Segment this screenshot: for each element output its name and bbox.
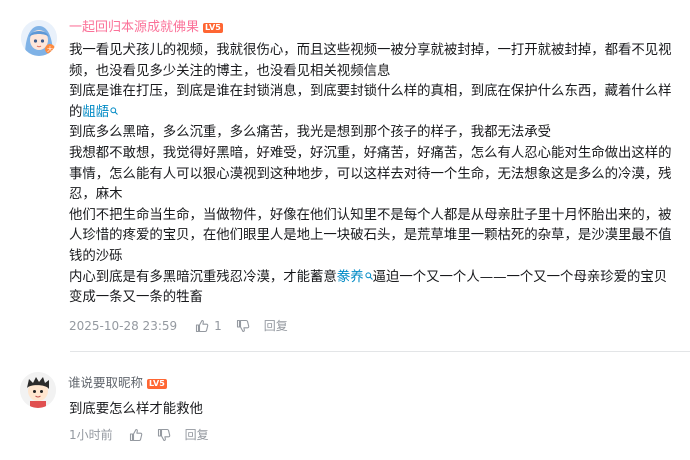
comment-paragraph: 到底多么黑暗，多么沉重，多么痛苦，我光是想到那个孩子的样子，我都无法承受 (69, 125, 552, 141)
comment-item: 大 一起回归本源成就佛果 LV5 我一看见犬孩儿的视频，我就很伤心，而且这些视频一… (0, 0, 690, 340)
comment-paragraph: 他们不把生命当生命，当做物件，好像在他们认知里不是每个人都是从母亲肚子里十月怀胎… (69, 207, 672, 264)
like-button[interactable] (129, 428, 143, 442)
level-badge: LV5 (203, 22, 223, 33)
search-keyword-link[interactable]: 豢养 (337, 270, 364, 285)
avatar[interactable]: 大 (21, 20, 57, 56)
comment-content: 到底要怎么样才能救他 (69, 400, 672, 421)
timestamp: 1小时前 (69, 428, 113, 442)
svg-text:大: 大 (47, 46, 53, 54)
search-icon (364, 268, 373, 289)
thumbs-up-icon (196, 319, 209, 333)
comment-paragraph: 内心到底是有多黑暗沉重残忍冷漠，才能蓄意豢养 逼迫一个又一个人——一个又一个母亲珍… (69, 268, 672, 309)
comment-meta: 1小时前 回复 (69, 427, 209, 443)
search-keyword-link[interactable]: 龃龉 (82, 105, 109, 120)
avatar[interactable] (20, 372, 56, 408)
like-count: 1 (214, 319, 222, 333)
username[interactable]: 一起回归本源成就佛果 LV5 (69, 19, 223, 37)
level-badge: LV5 (147, 378, 167, 389)
thumbs-down-icon (236, 319, 250, 333)
dislike-button[interactable] (236, 319, 250, 333)
comment-content: 我一看见犬孩儿的视频，我就很伤心，而且这些视频一被分享就被封掉，一打开就被封掉，… (69, 41, 672, 309)
dislike-button[interactable] (157, 428, 171, 442)
search-icon (110, 103, 119, 124)
timestamp: 2025-10-28 23:59 (69, 319, 178, 333)
comment-meta: 2025-10-28 23:59 1 回复 (69, 318, 288, 334)
comment-text: 到底是谁在打压，到底是谁在封锁消息，到底要封锁什么样的真相，到底在保护什么东西，… (69, 84, 672, 120)
reply-button[interactable]: 回复 (185, 427, 209, 443)
avatar-anime-girl-icon: 大 (21, 20, 57, 56)
username-text[interactable]: 谁说要取昵称 (68, 375, 143, 390)
reply-button[interactable]: 回复 (264, 318, 288, 334)
thumbs-down-icon (157, 428, 170, 442)
comment-paragraph: 我一看见犬孩儿的视频，我就很伤心，而且这些视频一被分享就被封掉，一打开就被封掉，… (69, 43, 672, 79)
username-text[interactable]: 一起回归本源成就佛果 (69, 20, 199, 35)
comment-item: 谁说要取昵称 LV5 到底要怎么样才能救他 1小时前 回复 (0, 352, 690, 460)
comment-paragraph: 我想都不敢想，我觉得好黑暗，好难受，好沉重，好痛苦，好痛苦，怎么有人忍心能对生命… (69, 145, 672, 203)
username[interactable]: 谁说要取昵称 LV5 (68, 374, 167, 392)
comment-text: 内心到底是有多黑暗沉重残忍冷漠，才能蓄意 (69, 269, 337, 285)
thumbs-up-icon (129, 428, 142, 442)
comment-paragraph: 到底是谁在打压，到底是谁在封锁消息，到底要封锁什么样的真相，到底在保护什么东西，… (69, 82, 672, 123)
like-button[interactable]: 1 (195, 318, 222, 334)
comment-paragraph: 到底要怎么样才能救他 (69, 402, 203, 417)
avatar-cartoon-boy-icon (20, 372, 56, 408)
